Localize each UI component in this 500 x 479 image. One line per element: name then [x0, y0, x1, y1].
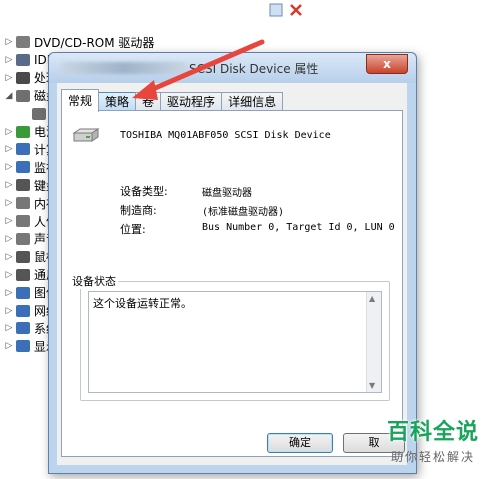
expand-chevron-icon[interactable]: ▷	[4, 37, 14, 47]
scroll-up-icon[interactable]: ▲	[369, 294, 375, 303]
device-category-icon	[16, 161, 30, 174]
expand-chevron-icon[interactable]: ▷	[4, 288, 14, 298]
expand-chevron-icon[interactable]: ▷	[4, 162, 14, 172]
manufacturer-label: 制造商:	[120, 204, 157, 217]
device-category-icon	[16, 197, 30, 210]
expand-chevron-icon[interactable]: ◢	[4, 91, 14, 101]
device-category-icon	[16, 215, 30, 227]
tab-general[interactable]: 常规	[61, 89, 100, 112]
expand-chevron-icon[interactable]: ▷	[4, 341, 14, 351]
device-type-value: 磁盘驱动器	[202, 188, 252, 199]
location-label: 位置:	[120, 223, 146, 236]
device-name: TOSHIBA MQ01ABF050 SCSI Disk Device	[120, 130, 331, 141]
properties-dialog: SCSI Disk Device 属性 x 常规 策略 卷 驱动程序 详细信息 …	[48, 52, 417, 474]
location-value: Bus Number 0, Target Id 0, LUN 0	[202, 222, 395, 233]
device-category-icon	[16, 143, 30, 156]
device-status-box[interactable]: 这个设备运转正常。 ▲ ▼	[88, 291, 382, 393]
uninstall-icon[interactable]	[288, 2, 304, 18]
device-category-icon	[16, 89, 30, 102]
tab-volumes[interactable]: 卷	[135, 92, 162, 111]
expand-chevron-icon[interactable]: ▷	[4, 55, 14, 65]
expand-chevron-icon[interactable]: ▷	[4, 216, 14, 226]
close-icon: x	[383, 57, 391, 71]
device-status-text: 这个设备运转正常。	[93, 297, 192, 310]
device-category-icon	[16, 125, 30, 138]
device-category-icon	[16, 322, 30, 335]
dialog-title: SCSI Disk Device 属性	[189, 62, 319, 76]
watermark-logo: 百科全说 助你轻松解决	[378, 414, 488, 465]
watermark-sub-text: 助你轻松解决	[390, 450, 475, 464]
tab-driver[interactable]: 驱动程序	[160, 92, 223, 111]
expand-chevron-icon[interactable]: ▷	[4, 198, 14, 208]
tab-strip: 常规 策略 卷 驱动程序 详细信息	[61, 89, 284, 112]
expand-chevron-icon[interactable]: ▷	[4, 252, 14, 262]
device-category-icon	[16, 71, 30, 84]
tree-item-label: DVD/CD-ROM 驱动器	[34, 35, 155, 50]
device-category-icon	[16, 179, 30, 192]
status-scrollbar[interactable]: ▲ ▼	[366, 292, 381, 392]
expand-chevron-icon[interactable]: ▷	[4, 180, 14, 190]
device-category-icon	[16, 232, 30, 245]
device-category-icon	[16, 250, 30, 263]
tab-details[interactable]: 详细信息	[221, 92, 284, 111]
device-status-title: 设备状态	[70, 273, 118, 289]
blurred-title-region	[61, 62, 187, 74]
expand-chevron-icon[interactable]: ▷	[4, 323, 14, 333]
expand-chevron-icon[interactable]: ▷	[4, 306, 14, 316]
device-category-icon	[16, 268, 30, 281]
properties-icon[interactable]	[268, 2, 284, 18]
scroll-down-icon[interactable]: ▼	[369, 381, 375, 390]
device-category-icon	[16, 53, 30, 66]
expand-chevron-icon[interactable]: ▷	[4, 73, 14, 83]
tab-policies[interactable]: 策略	[98, 92, 137, 111]
expand-chevron-icon[interactable]: ▷	[4, 144, 14, 154]
dialog-client-area: 常规 策略 卷 驱动程序 详细信息 TOSHIBA MQ01ABF050 SCS…	[57, 83, 407, 465]
device-category-icon	[16, 340, 30, 353]
expand-chevron-icon[interactable]: ▷	[4, 127, 14, 137]
disk-drive-icon	[72, 128, 100, 142]
device-category-icon	[16, 304, 30, 317]
close-button[interactable]: x	[366, 54, 408, 74]
tree-item[interactable]: ▷ DVD/CD-ROM 驱动器	[4, 33, 155, 51]
dialog-titlebar[interactable]: SCSI Disk Device 属性 x	[49, 53, 416, 83]
manufacturer-value: (标准磁盘驱动器)	[202, 207, 285, 218]
ok-button[interactable]: 确定	[267, 433, 333, 453]
device-category-icon	[16, 286, 30, 299]
device-type-label: 设备类型:	[120, 185, 168, 198]
expand-chevron-icon[interactable]: ▷	[4, 234, 14, 244]
watermark-main-text: 百科全说	[386, 420, 479, 445]
expand-chevron-icon[interactable]: ▷	[4, 270, 14, 280]
device-category-icon	[32, 107, 46, 120]
toolbar	[0, 0, 500, 26]
device-category-icon	[16, 36, 30, 48]
general-tab-panel: TOSHIBA MQ01ABF050 SCSI Disk Device 设备类型…	[61, 110, 403, 457]
